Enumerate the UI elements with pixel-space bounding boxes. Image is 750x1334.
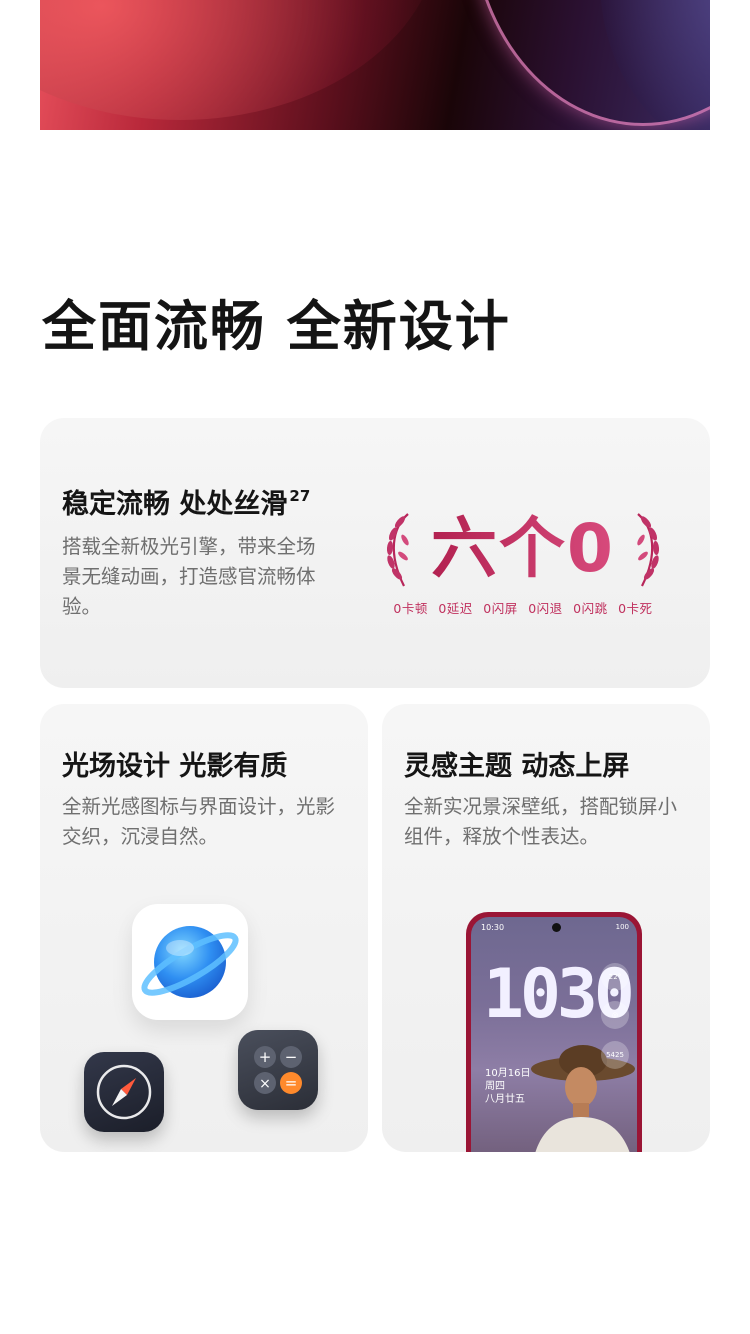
battery-indicator: 100: [615, 923, 629, 931]
camera-cutout: [552, 923, 561, 932]
six-zeros-badge: 六个0 0卡顿 0延迟 0闪屏 0闪退 0闪跳 0卡死: [378, 508, 668, 620]
ring-widget-icon: ◎: [601, 1001, 629, 1029]
svg-text:+: +: [259, 1048, 272, 1066]
card-smooth-desc: 搭载全新极光引擎，带来全场景无缝动画，打造感官流畅体验。: [62, 535, 316, 618]
steps-widget: 5425: [601, 1041, 629, 1069]
card-light-desc: 全新光感图标与界面设计，光影交织，沉浸自然。: [62, 795, 336, 848]
calculator-icon: + − × =: [238, 1030, 318, 1110]
lock-lunar-date: 八月廿五: [485, 1094, 525, 1105]
card-theme: 灵感主题 动态上屏 全新实况景深壁纸，搭配锁屏小组件，释放个性表达。 10:30…: [382, 704, 710, 1152]
card-theme-title: 灵感主题 动态上屏: [404, 751, 630, 782]
phone-mockup: 10:30 100 1030 10月16日 周四 八月廿五 22° ◎ 5425: [466, 912, 642, 1152]
hero-banner-image: [40, 0, 710, 130]
card-light-design: 光场设计 光影有质 全新光感图标与界面设计，光影交织，沉浸自然。 + − × =: [40, 704, 368, 1152]
laurel-left-icon: [386, 513, 409, 587]
svg-text:=: =: [285, 1074, 298, 1092]
card-smooth-title: 稳定流畅 处处丝滑 27: [62, 487, 311, 520]
section-heading: 全面流畅 全新设计: [42, 295, 511, 358]
lock-date: 10月16日: [485, 1068, 531, 1079]
lock-weekday: 周四: [485, 1081, 505, 1092]
planet-browser-icon: [132, 904, 248, 1020]
zero-items-list: 0卡顿 0延迟 0闪屏 0闪退 0闪跳 0卡死: [378, 598, 668, 617]
svg-text:×: ×: [259, 1076, 271, 1092]
card-smooth: 稳定流畅 处处丝滑 27 搭载全新极光引擎，带来全场景无缝动画，打造感官流畅体验。…: [40, 418, 710, 688]
svg-text:−: −: [285, 1048, 298, 1066]
card-light-title: 光场设计 光影有质: [62, 751, 288, 782]
hero-ring: [470, 0, 710, 126]
footnote-marker: 27: [289, 487, 311, 505]
hero-glow: [40, 0, 440, 120]
zero-item: 0延迟: [438, 601, 473, 616]
laurel-right-icon: [637, 513, 660, 587]
compass-icon: [84, 1052, 164, 1132]
zero-item: 0卡死: [618, 601, 653, 616]
weather-widget: 22°: [601, 963, 629, 991]
zero-item: 0闪退: [528, 601, 563, 616]
card-theme-desc: 全新实况景深壁纸，搭配锁屏小组件，释放个性表达。: [404, 795, 678, 848]
phone-lock-screen: 10:30 100 1030 10月16日 周四 八月廿五 22° ◎ 5425: [471, 917, 637, 1152]
zero-item: 0卡顿: [393, 601, 428, 616]
six-zeros-title: 六个0: [424, 508, 622, 590]
zero-item: 0闪屏: [483, 601, 518, 616]
zero-item: 0闪跳: [573, 601, 608, 616]
status-time: 10:30: [481, 923, 505, 932]
